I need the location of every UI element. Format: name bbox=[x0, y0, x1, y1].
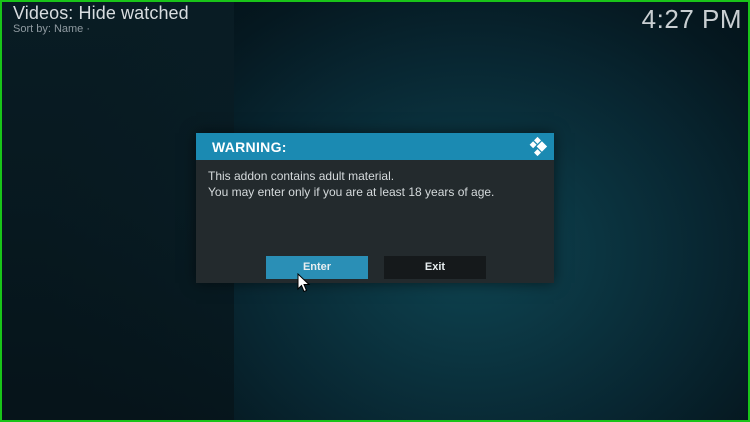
enter-button[interactable]: Enter bbox=[266, 256, 368, 279]
dialog-message-line-1: This addon contains adult material. bbox=[208, 169, 395, 183]
kodi-screen: Videos: Hide watched Sort by: Name · 4:2… bbox=[0, 0, 750, 422]
clock: 4:27 PM bbox=[641, 4, 742, 34]
dialog-title: WARNING: bbox=[212, 139, 287, 155]
warning-dialog: WARNING: This addon contains adult mater… bbox=[196, 133, 554, 283]
kodi-logo-icon bbox=[529, 136, 548, 157]
sort-label[interactable]: Sort by: Name · bbox=[13, 23, 90, 35]
dialog-message: This addon contains adult material. You … bbox=[208, 168, 494, 200]
mouse-pointer-icon bbox=[297, 273, 311, 293]
dialog-header: WARNING: bbox=[196, 133, 554, 160]
exit-button[interactable]: Exit bbox=[384, 256, 486, 279]
page-title: Videos: Hide watched bbox=[13, 3, 189, 23]
dialog-message-line-2: You may enter only if you are at least 1… bbox=[208, 185, 495, 199]
